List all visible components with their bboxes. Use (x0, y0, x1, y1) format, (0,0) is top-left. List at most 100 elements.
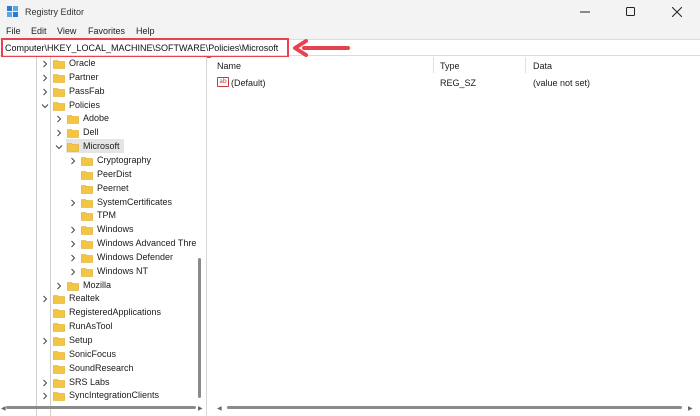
tree-item-label: Cryptography (97, 154, 152, 165)
folder-icon (53, 87, 65, 97)
folder-icon (53, 323, 65, 332)
tree-horizontal-scrollbar[interactable] (6, 406, 196, 409)
scroll-right-icon[interactable]: ▶ (688, 405, 693, 412)
chevron-right-icon[interactable] (69, 199, 77, 207)
chevron-right-icon[interactable] (69, 157, 77, 165)
tree-item-label: Oracle (69, 58, 96, 68)
tree-item-mozilla[interactable]: Mozilla (0, 279, 200, 293)
folder-icon (81, 170, 93, 180)
tree-item-label: SoundResearch (69, 362, 134, 373)
chevron-right-icon[interactable] (55, 115, 63, 123)
chevron-right-icon[interactable] (41, 88, 49, 96)
chevron-right-icon[interactable] (55, 282, 63, 290)
tree-item-label: Windows (97, 224, 134, 235)
value-name[interactable]: (Default) (231, 78, 266, 88)
chevron-right-icon[interactable] (69, 226, 77, 234)
tree-item-soundresearch[interactable]: SoundResearch (0, 362, 200, 376)
tree-item-runastool[interactable]: RunAsTool (0, 320, 200, 334)
folder-icon (67, 281, 79, 291)
folder-icon (81, 157, 93, 166)
tree-item-srs-labs[interactable]: SRS Labs (0, 376, 200, 390)
tree-item-label: Windows Defender (97, 251, 174, 262)
minimize-icon (580, 11, 590, 13)
chevron-right-icon[interactable] (41, 60, 49, 68)
tree-item-dell[interactable]: Dell (0, 126, 200, 140)
chevron-right-icon[interactable] (69, 254, 77, 262)
column-header-type[interactable]: Type (440, 61, 460, 71)
chevron-right-icon[interactable] (41, 295, 49, 303)
close-button[interactable] (654, 0, 700, 24)
tree-item-tpm[interactable]: TPM (0, 209, 200, 223)
tree-item-windows[interactable]: Windows (0, 223, 200, 237)
string-value-icon: ab (217, 77, 229, 87)
menu-file[interactable]: File (6, 26, 21, 36)
folder-icon (81, 226, 93, 235)
tree-item-label: Windows Advanced Thre (97, 238, 197, 249)
tree-item-label: SyncIntegrationClients (69, 390, 160, 401)
value-type: REG_SZ (440, 78, 477, 88)
tree-item-setup[interactable]: Setup (0, 334, 200, 348)
menu-edit[interactable]: Edit (31, 26, 47, 36)
menu-help[interactable]: Help (136, 26, 155, 36)
chevron-down-icon[interactable] (41, 102, 49, 110)
tree-item-passfab[interactable]: PassFab (0, 85, 200, 99)
tree-item-peerdist[interactable]: PeerDist (0, 168, 200, 182)
folder-icon (53, 60, 65, 69)
folder-icon (81, 212, 93, 222)
tree-item-windows-defender[interactable]: Windows Defender (0, 251, 200, 265)
tree-item-label: SystemCertificates (97, 196, 173, 207)
tree-item-label: SonicFocus (69, 348, 117, 359)
tree-item-registeredapplications[interactable]: RegisteredApplications (0, 306, 200, 320)
tree-item-label: Mozilla (83, 279, 112, 290)
tree-item-label: Adobe (83, 113, 110, 124)
column-separator[interactable] (525, 57, 526, 73)
tree-item-label: RegisteredApplications (69, 307, 162, 318)
tree-item-label: PeerDist (97, 168, 132, 179)
tree-item-adobe[interactable]: Adobe (0, 112, 200, 126)
scroll-left-icon[interactable]: ◀ (217, 405, 222, 412)
tree-item-cryptography[interactable]: Cryptography (0, 154, 200, 168)
chevron-right-icon[interactable] (41, 379, 49, 387)
chevron-right-icon[interactable] (69, 268, 77, 276)
scroll-right-icon[interactable]: ▶ (198, 405, 203, 412)
folder-icon (67, 129, 79, 139)
chevron-right-icon[interactable] (41, 392, 49, 400)
values-list[interactable]: Name Type Data ab (Default) REG_SZ (valu… (211, 57, 700, 416)
tree-vertical-scrollbar[interactable] (198, 258, 201, 398)
scroll-left-icon[interactable]: ◀ (1, 405, 6, 412)
folder-icon (53, 364, 65, 374)
column-separator[interactable] (433, 57, 434, 73)
column-header-name[interactable]: Name (217, 61, 241, 71)
menu-view[interactable]: View (57, 26, 76, 36)
tree-item-realtek[interactable]: Realtek (0, 292, 200, 306)
tree-item-windows-nt[interactable]: Windows NT (0, 265, 200, 279)
folder-icon (81, 240, 93, 249)
maximize-button[interactable] (608, 0, 654, 24)
chevron-right-icon[interactable] (55, 129, 63, 137)
tree-item-systemcertificates[interactable]: SystemCertificates (0, 196, 200, 210)
tree-item-label: RunAsTool (69, 321, 113, 332)
chevron-right-icon[interactable] (41, 74, 49, 82)
column-header-data[interactable]: Data (533, 61, 552, 71)
tree-item-label: TPM (97, 210, 116, 221)
folder-icon (53, 101, 65, 111)
tree-item-sonicfocus[interactable]: SonicFocus (0, 348, 200, 362)
tree-item-label: Peernet (97, 182, 129, 193)
chevron-down-icon[interactable] (55, 143, 63, 151)
title-bar: Registry Editor (0, 0, 700, 24)
menu-favorites[interactable]: Favorites (88, 26, 125, 36)
folder-icon (53, 295, 65, 305)
tree-item-partner[interactable]: Partner (0, 71, 200, 85)
minimize-button[interactable] (562, 0, 608, 24)
tree-item-microsoft[interactable]: Microsoft (0, 140, 200, 154)
tree-item-label: Microsoft (83, 141, 120, 152)
tree-item-oracle[interactable]: Oracle (0, 57, 200, 71)
tree-item-policies[interactable]: Policies (0, 99, 200, 113)
tree-item-peernet[interactable]: Peernet (0, 182, 200, 196)
chevron-right-icon[interactable] (69, 240, 77, 248)
tree-item-syncintegrationclients[interactable]: SyncIntegrationClients (0, 389, 200, 403)
tree-item-windows-advanced-thre[interactable]: Windows Advanced Thre (0, 237, 200, 251)
chevron-right-icon[interactable] (41, 337, 49, 345)
list-horizontal-scrollbar[interactable] (227, 406, 682, 409)
tree-item-label: SRS Labs (69, 376, 110, 387)
